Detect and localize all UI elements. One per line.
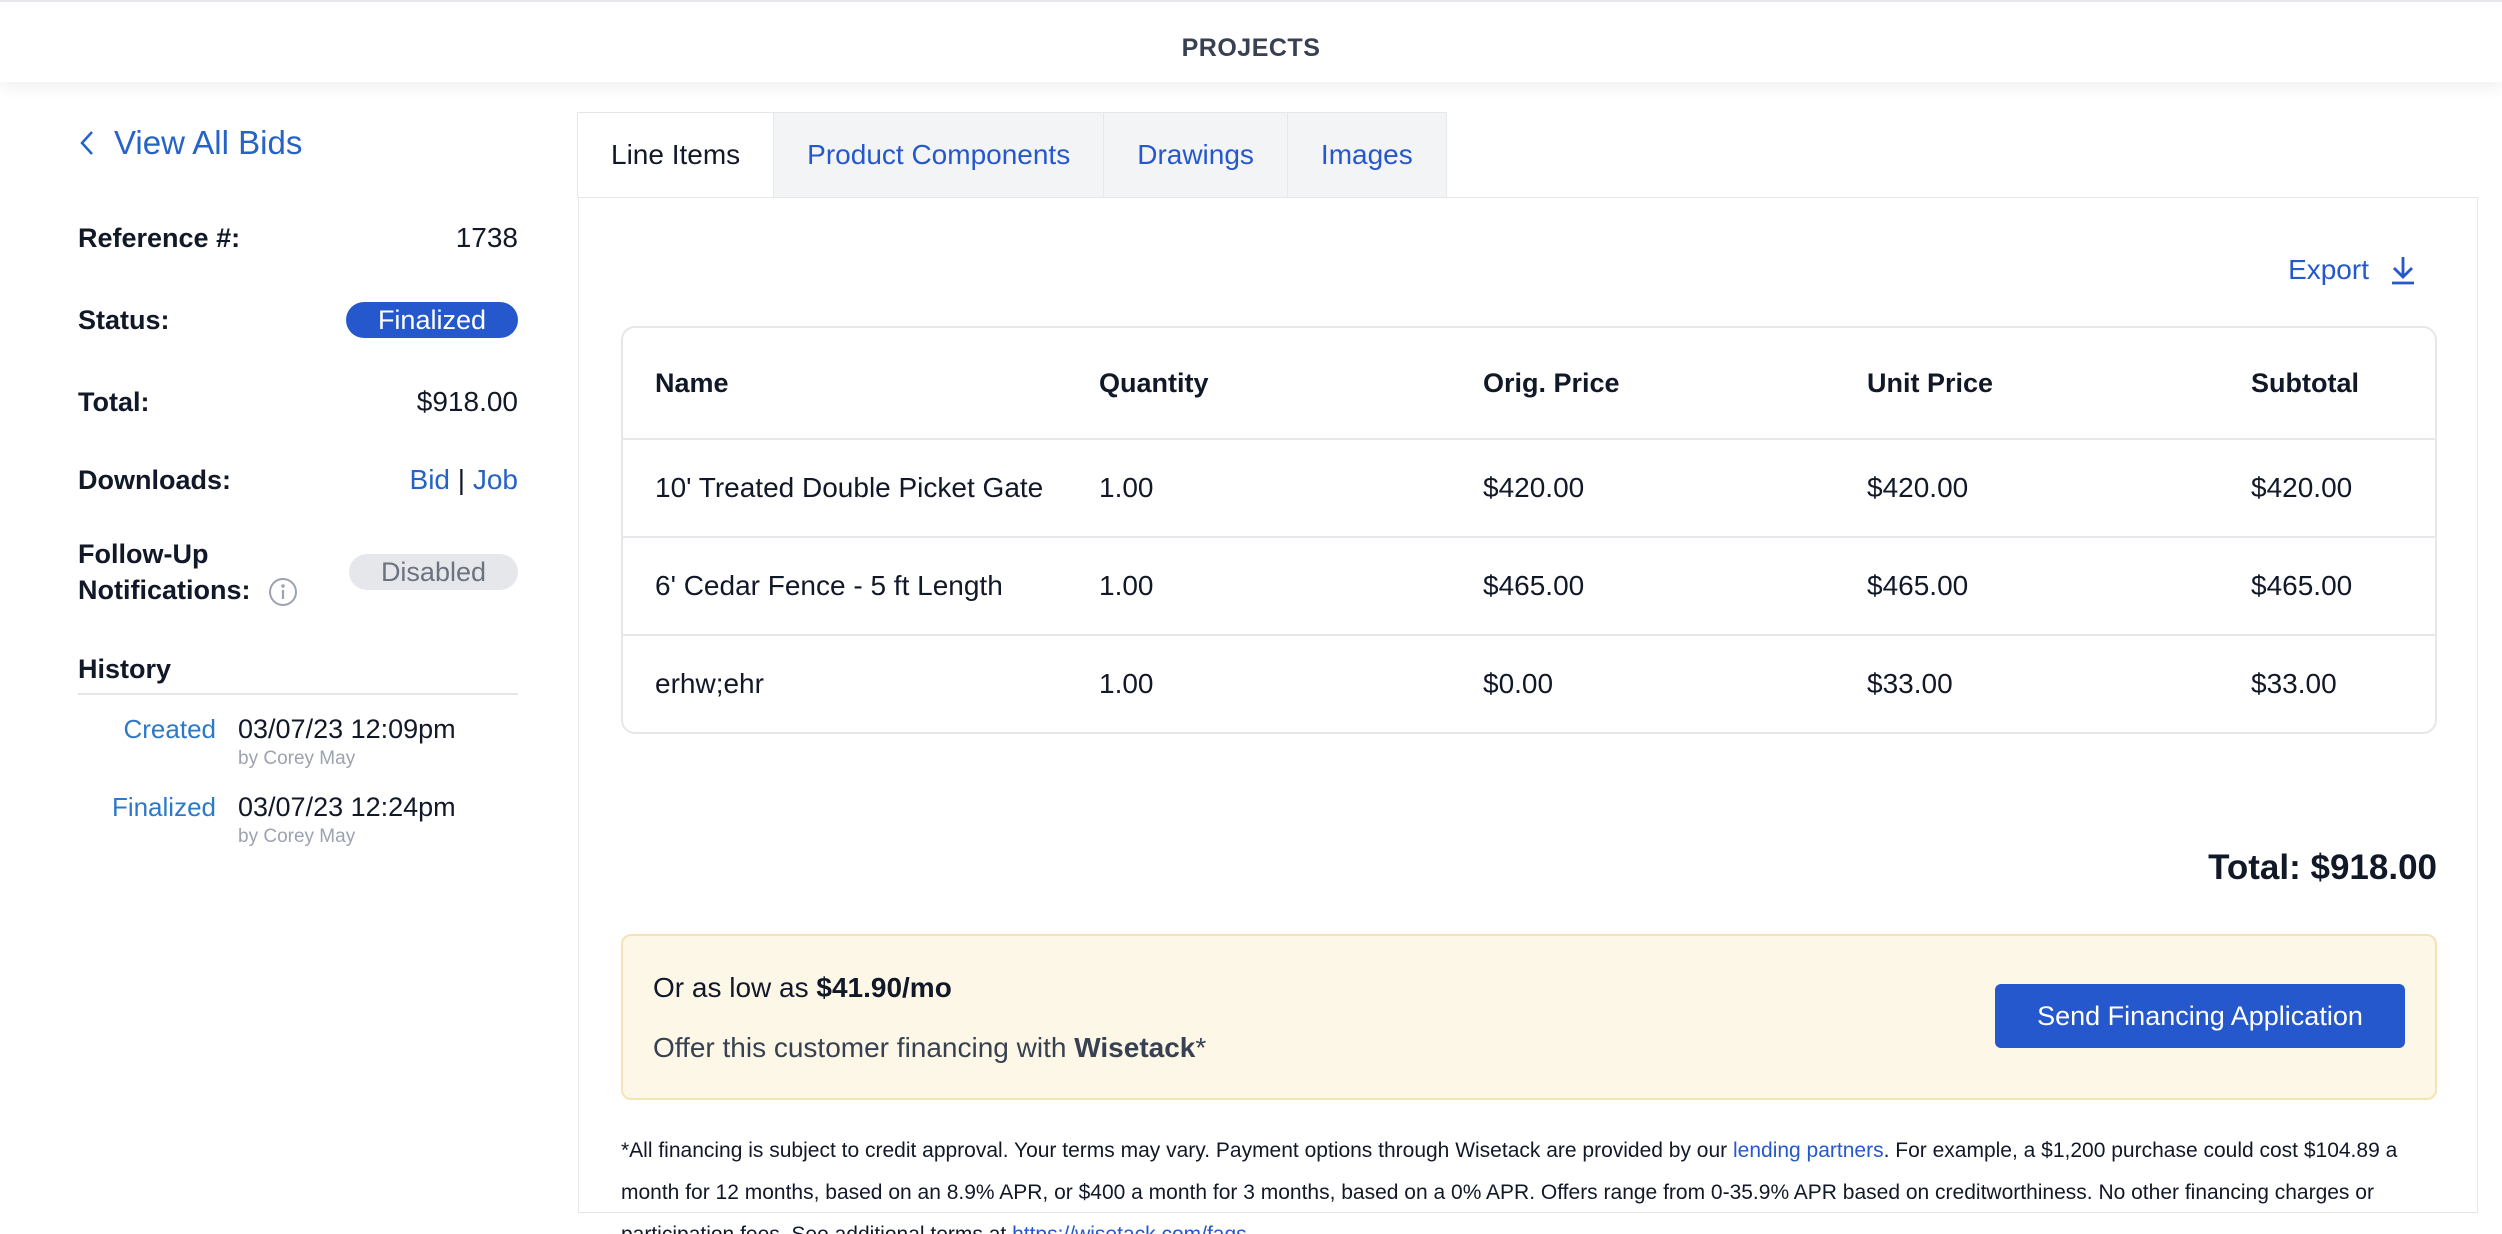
- cell-unit-price: $465.00: [1867, 570, 1969, 601]
- history-title: History: [78, 654, 518, 695]
- grand-total: Total: $918.00: [2208, 848, 2437, 887]
- financing-offer-prefix: Offer this customer financing with: [653, 1032, 1075, 1063]
- column-header-quantity: Quantity: [1099, 367, 1209, 398]
- download-bid-link[interactable]: Bid: [410, 464, 450, 495]
- followup-label-line1: Follow-Up: [78, 539, 209, 569]
- cell-subtotal: $465.00: [2251, 570, 2353, 601]
- status-badge: Finalized: [345, 302, 518, 338]
- total-value: $918.00: [416, 386, 518, 417]
- followup-toggle[interactable]: Disabled: [348, 554, 518, 590]
- download-job-link[interactable]: Job: [473, 464, 518, 495]
- history-event: Finalized: [111, 792, 216, 822]
- view-all-bids-label: View All Bids: [114, 124, 303, 161]
- column-header-subtotal: Subtotal: [2251, 367, 2359, 398]
- sidebar: View All Bids Reference #: 1738 Status: …: [78, 118, 518, 847]
- chevron-left-icon: [80, 131, 93, 155]
- cell-orig-price: $465.00: [1483, 570, 1585, 601]
- financing-rate-amount: $41.90/mo: [816, 972, 952, 1003]
- history-entry: Finalized 03/07/23 12:24pm by Corey May: [78, 792, 518, 852]
- lending-partners-link[interactable]: lending partners: [1733, 1139, 1884, 1162]
- download-separator: |: [457, 464, 466, 495]
- cell-name: erhw;ehr: [655, 668, 764, 699]
- reference-value: 1738: [455, 222, 518, 253]
- reference-label: Reference #:: [78, 222, 241, 253]
- tab-product-components[interactable]: Product Components: [773, 112, 1105, 198]
- cell-quantity: 1.00: [1099, 472, 1154, 503]
- financing-rate-prefix: Or as low as: [653, 972, 817, 1003]
- downloads-links: Bid | Job: [410, 464, 518, 496]
- table-row: 6' Cedar Fence - 5 ft Length 1.00 $465.0…: [623, 538, 2435, 636]
- line-items-table: Name Quantity Orig. Price Unit Price Sub…: [621, 326, 2437, 734]
- column-header-name: Name: [655, 367, 729, 398]
- export-label: Export: [2288, 254, 2369, 285]
- history-author: by Corey May: [238, 826, 356, 847]
- cell-quantity: 1.00: [1099, 570, 1154, 601]
- total-label: Total:: [78, 386, 150, 417]
- history-datetime: 03/07/23 12:09pm: [238, 714, 456, 744]
- status-label: Status:: [78, 304, 170, 335]
- downloads-label: Downloads:: [78, 464, 231, 495]
- history-author: by Corey May: [238, 748, 356, 769]
- financing-offer-suffix: *: [1195, 1032, 1207, 1063]
- main-content: Line Items Product Components Drawings I…: [577, 112, 2478, 1234]
- tab-line-items[interactable]: Line Items: [577, 112, 775, 198]
- financing-offer-line: Offer this customer financing with Wiset…: [653, 1032, 1206, 1064]
- financing-rate-line: Or as low as $41.90/mo: [653, 972, 952, 1004]
- page-title: PROJECTS: [1181, 34, 1321, 62]
- financing-brand: Wisetack: [1074, 1032, 1196, 1063]
- cell-name: 10' Treated Double Picket Gate: [655, 472, 1044, 503]
- financing-disclaimer: *All financing is subject to credit appr…: [621, 1130, 2451, 1234]
- cell-name: 6' Cedar Fence - 5 ft Length: [655, 570, 1003, 601]
- table-row: erhw;ehr 1.00 $0.00 $33.00 $33.00: [623, 636, 2435, 732]
- tab-bar: Line Items Product Components Drawings I…: [577, 112, 1447, 198]
- wisetack-faqs-link[interactable]: https://wisetack.com/faqs: [1012, 1223, 1247, 1234]
- view-all-bids-link[interactable]: View All Bids: [78, 118, 518, 168]
- info-icon[interactable]: [268, 577, 298, 607]
- top-bar: PROJECTS: [0, 0, 2502, 82]
- financing-banner: Or as low as $41.90/mo Offer this custom…: [621, 934, 2437, 1100]
- history-entry: Created 03/07/23 12:09pm by Corey May: [78, 714, 518, 774]
- download-icon: [2392, 257, 2414, 285]
- cell-orig-price: $0.00: [1483, 668, 1554, 699]
- column-header-orig-price: Orig. Price: [1483, 367, 1620, 398]
- line-items-panel: Export Name Quantity Orig. Price Unit Pr…: [578, 197, 2478, 1234]
- column-header-unit-price: Unit Price: [1867, 367, 1994, 398]
- followup-row: Follow-Up Notifications: Disabled: [78, 536, 518, 608]
- followup-label-line2: Notifications:: [78, 575, 251, 605]
- total-row: Total: $918.00: [78, 382, 518, 422]
- tab-images[interactable]: Images: [1286, 112, 1447, 198]
- downloads-row: Downloads: Bid | Job: [78, 460, 518, 500]
- history-datetime: 03/07/23 12:24pm: [238, 792, 456, 822]
- export-button[interactable]: Export: [2288, 254, 2419, 286]
- followup-label: Follow-Up Notifications:: [78, 536, 298, 608]
- reference-row: Reference #: 1738: [78, 218, 518, 258]
- status-row: Status: Finalized: [78, 298, 518, 342]
- cell-subtotal: $420.00: [2251, 472, 2353, 503]
- tab-drawings[interactable]: Drawings: [1103, 112, 1288, 198]
- table-row: 10' Treated Double Picket Gate 1.00 $420…: [623, 440, 2435, 538]
- cell-unit-price: $420.00: [1867, 472, 1969, 503]
- cell-unit-price: $33.00: [1867, 668, 1953, 699]
- table-header-row: Name Quantity Orig. Price Unit Price Sub…: [623, 328, 2435, 440]
- cell-subtotal: $33.00: [2251, 668, 2337, 699]
- disclaimer-text-1: *All financing is subject to credit appr…: [621, 1139, 1733, 1162]
- history-event: Created: [123, 714, 217, 744]
- cell-quantity: 1.00: [1099, 668, 1154, 699]
- send-financing-application-button[interactable]: Send Financing Application: [1995, 984, 2405, 1048]
- cell-orig-price: $420.00: [1483, 472, 1585, 503]
